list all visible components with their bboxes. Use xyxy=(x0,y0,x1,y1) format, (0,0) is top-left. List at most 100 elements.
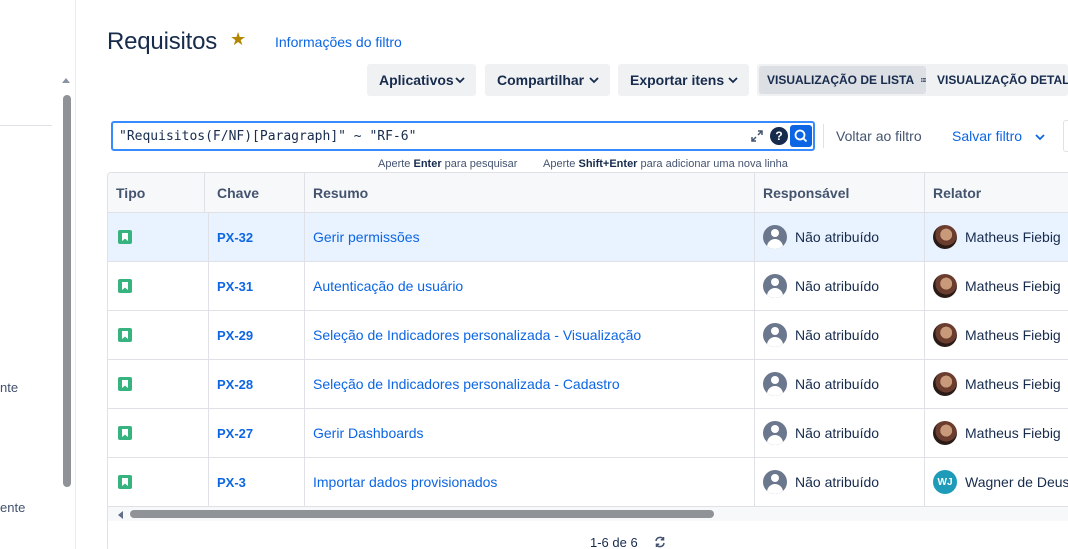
reporter-name: Matheus Fiebig xyxy=(965,376,1061,392)
column-header-summary[interactable]: Resumo xyxy=(305,173,755,213)
apps-button-label: Aplicativos xyxy=(379,72,454,88)
user-avatar-icon xyxy=(763,274,787,298)
detail-view-label: VISUALIZAÇÃO DETALHADA xyxy=(937,73,1068,87)
issue-summary-link[interactable]: Seleção de Indicadores personalizada - V… xyxy=(313,327,641,343)
story-icon xyxy=(118,475,132,489)
assignee-name: Não atribuído xyxy=(795,425,880,441)
share-button[interactable]: Compartilhar xyxy=(485,64,610,96)
column-header-assignee[interactable]: Responsável xyxy=(755,173,925,213)
column-header-type[interactable]: Tipo xyxy=(108,173,205,213)
assignee-name: Não atribuído xyxy=(795,474,880,490)
scroll-up-arrow-icon[interactable] xyxy=(62,78,70,83)
reporter-name: Matheus Fiebig xyxy=(965,229,1061,245)
type-cell xyxy=(108,213,209,261)
reporter-avatar xyxy=(933,274,957,298)
issue-key-link[interactable]: PX-32 xyxy=(217,230,253,245)
table-header: Tipo Chave Resumo Responsável Relator xyxy=(108,173,1068,213)
table-row[interactable]: PX-28 Seleção de Indicadores personalizad… xyxy=(108,360,1068,409)
filter-info-link[interactable]: Informações do filtro xyxy=(275,34,402,50)
apps-button[interactable]: Aplicativos xyxy=(367,64,476,96)
type-cell xyxy=(108,458,209,506)
scroll-left-arrow-icon[interactable] xyxy=(118,511,123,519)
issue-summary-link[interactable]: Gerir Dashboards xyxy=(313,425,424,441)
type-cell xyxy=(108,262,209,310)
key-cell: PX-32 xyxy=(209,213,305,261)
table-row[interactable]: PX-29 Seleção de Indicadores personalizad… xyxy=(108,311,1068,360)
issue-key-link[interactable]: PX-29 xyxy=(217,328,253,343)
story-icon xyxy=(118,328,132,342)
help-icon[interactable]: ? xyxy=(770,127,788,145)
summary-cell: Gerir permissões xyxy=(305,213,755,261)
reporter-avatar: WJ xyxy=(933,470,957,494)
toolbar-separator xyxy=(823,124,824,148)
back-to-filter-button[interactable]: Voltar ao filtro xyxy=(836,128,922,144)
chevron-down-icon xyxy=(728,77,738,84)
table-row[interactable]: PX-3 Importar dados provisionados Não atri… xyxy=(108,458,1068,507)
horizontal-scrollbar[interactable] xyxy=(108,507,1068,521)
reporter-cell: Matheus Fiebig xyxy=(925,409,1068,457)
user-avatar-icon xyxy=(763,372,787,396)
search-icon xyxy=(794,129,808,143)
chevron-down-icon xyxy=(455,77,465,84)
issues-table: Tipo Chave Resumo Responsável Relator PX… xyxy=(107,172,1068,549)
sidebar-divider xyxy=(0,125,52,126)
assignee-cell: Não atribuído xyxy=(755,409,925,457)
hint-text: Aperte xyxy=(543,158,576,170)
key-cell: PX-29 xyxy=(209,311,305,359)
search-hint-shift-enter: Aperte Shift+Enter para adicionar uma no… xyxy=(543,158,788,170)
horizontal-scrollbar-thumb[interactable] xyxy=(130,510,714,518)
summary-cell: Seleção de Indicadores personalizada - V… xyxy=(305,311,755,359)
type-cell xyxy=(108,360,209,408)
issue-summary-link[interactable]: Seleção de Indicadores personalizada - C… xyxy=(313,376,620,392)
left-sidebar: nte ente xyxy=(0,0,76,549)
column-header-reporter[interactable]: Relator xyxy=(925,173,1068,213)
more-actions-button[interactable] xyxy=(1063,120,1068,152)
user-avatar-icon xyxy=(763,470,787,494)
refresh-icon[interactable] xyxy=(653,535,667,549)
reporter-cell: Matheus Fiebig xyxy=(925,262,1068,310)
assignee-cell: Não atribuído xyxy=(755,360,925,408)
search-hint-enter: Aperte Enter para pesquisar xyxy=(378,158,517,170)
star-icon[interactable]: ★ xyxy=(230,30,248,48)
page-title: Requisitos xyxy=(107,28,218,55)
issue-key-link[interactable]: PX-3 xyxy=(217,475,246,490)
export-button[interactable]: Exportar itens xyxy=(618,64,749,96)
export-button-label: Exportar itens xyxy=(630,72,725,88)
issue-key-link[interactable]: PX-31 xyxy=(217,279,253,294)
summary-cell: Gerir Dashboards xyxy=(305,409,755,457)
issue-summary-link[interactable]: Gerir permissões xyxy=(313,229,420,245)
issue-key-link[interactable]: PX-28 xyxy=(217,377,253,392)
column-header-key[interactable]: Chave xyxy=(209,173,305,213)
assignee-cell: Não atribuído xyxy=(755,311,925,359)
hint-key: Enter xyxy=(413,158,442,170)
sidebar-scrollbar-thumb[interactable] xyxy=(63,95,71,487)
chevron-down-icon xyxy=(589,77,599,84)
reporter-avatar xyxy=(933,225,957,249)
assignee-name: Não atribuído xyxy=(795,229,880,245)
type-cell xyxy=(108,311,209,359)
reporter-cell: WJ Wagner de Deus xyxy=(925,458,1068,506)
chevron-down-icon[interactable] xyxy=(1034,131,1046,143)
hint-text: para pesquisar xyxy=(444,158,518,170)
user-avatar-icon xyxy=(763,225,787,249)
hint-text: Aperte xyxy=(378,158,411,170)
detail-view-button[interactable]: VISUALIZAÇÃO DETALHADA xyxy=(929,66,1068,94)
jql-search-input[interactable] xyxy=(119,126,739,146)
table-row[interactable]: PX-27 Gerir Dashboards Não atribuído Matheu… xyxy=(108,409,1068,458)
assignee-name: Não atribuído xyxy=(795,327,880,343)
search-button[interactable] xyxy=(790,125,812,147)
sidebar-fragment-text: ente xyxy=(0,500,26,515)
issue-summary-link[interactable]: Importar dados provisionados xyxy=(313,474,497,490)
expand-icon[interactable] xyxy=(750,129,764,143)
key-cell: PX-27 xyxy=(209,409,305,457)
issue-summary-link[interactable]: Autenticação de usuário xyxy=(313,278,463,294)
table-row[interactable]: PX-31 Autenticação de usuário Não atribuíd… xyxy=(108,262,1068,311)
type-cell xyxy=(108,409,209,457)
reporter-name: Matheus Fiebig xyxy=(965,425,1061,441)
list-view-icon xyxy=(921,78,926,82)
list-view-button[interactable]: VISUALIZAÇÃO DE LISTA xyxy=(759,66,926,94)
issue-key-link[interactable]: PX-27 xyxy=(217,426,253,441)
save-filter-button[interactable]: Salvar filtro xyxy=(952,128,1022,144)
table-row[interactable]: PX-32 Gerir permissões Não atribuído Matheu… xyxy=(108,213,1068,262)
key-cell: PX-3 xyxy=(209,458,305,506)
